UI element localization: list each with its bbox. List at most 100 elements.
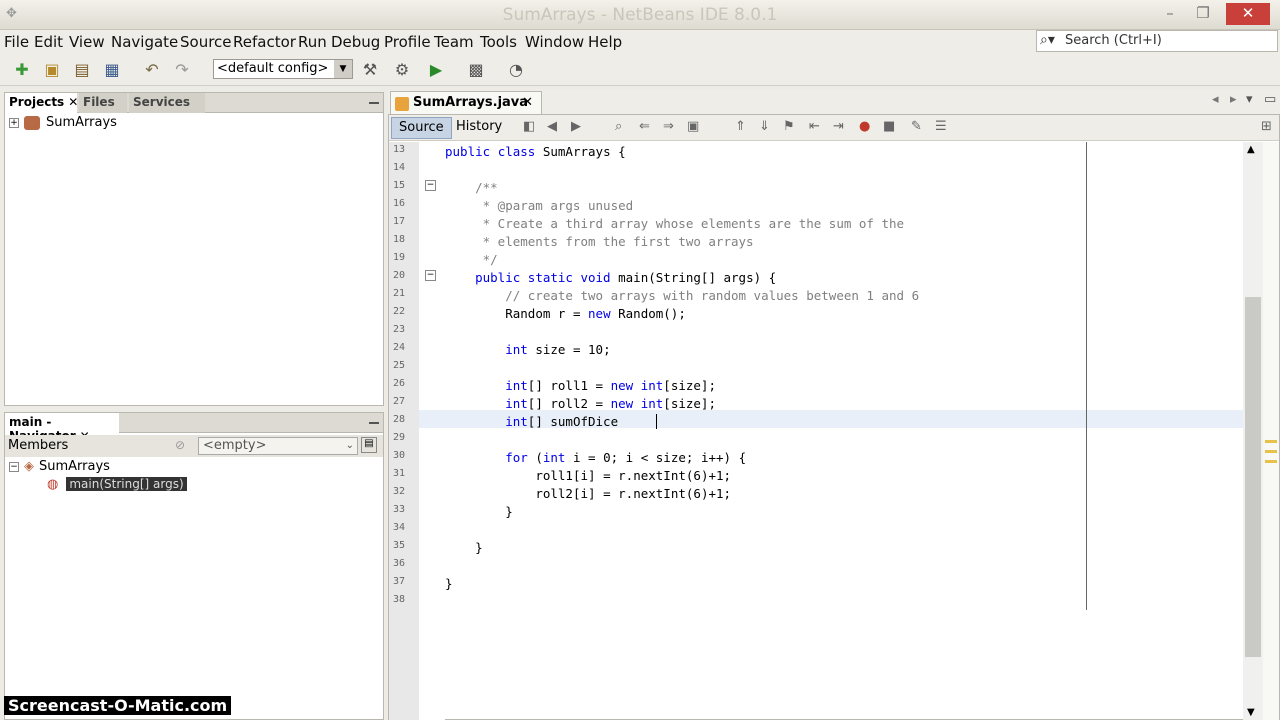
toggle-bookmark-icon[interactable]: ⚑ — [783, 119, 795, 134]
minimize-button[interactable]: – — [1155, 3, 1185, 25]
tab-files[interactable]: Files — [79, 93, 127, 113]
uncomment-icon[interactable]: ☰ — [935, 119, 947, 134]
tab-navigator[interactable]: main - Navigator✕ — [5, 413, 119, 443]
scroll-tabs-left-icon[interactable]: ◂ — [1212, 92, 1219, 107]
menu-view[interactable]: View — [69, 33, 105, 51]
stop-macro-icon[interactable]: ■ — [883, 119, 895, 134]
code-line[interactable]: int[] roll2 = new int[size]; — [445, 396, 716, 411]
tree-item-sumarrays[interactable]: + SumArrays — [9, 115, 117, 130]
menu-refactor[interactable]: Refactor — [233, 33, 296, 51]
close-window-button[interactable]: ✕ — [1226, 3, 1270, 25]
code-line[interactable]: roll2[i] = r.nextInt(6)+1; — [445, 486, 731, 501]
source-button[interactable]: Source — [391, 117, 452, 139]
history-button[interactable]: History — [449, 117, 509, 139]
split-editor-icon[interactable]: ⊞ — [1261, 119, 1272, 134]
open-project-icon[interactable]: ▤ — [70, 58, 94, 82]
redo-icon[interactable]: ↷ — [170, 58, 194, 82]
line-number: 20 — [393, 270, 406, 281]
menu-tools[interactable]: Tools — [480, 33, 517, 51]
code-line[interactable]: for (int i = 0; i < size; i++) { — [445, 450, 746, 465]
toggle-highlight-icon[interactable]: ▣ — [687, 119, 699, 134]
new-file-icon[interactable]: ✚ — [10, 58, 34, 82]
scroll-tabs-right-icon[interactable]: ▸ — [1230, 92, 1237, 107]
code-line[interactable]: int[] sumOfDice — [445, 414, 618, 429]
code-line[interactable]: * @param args unused — [445, 198, 634, 213]
code-line[interactable]: roll1[i] = r.nextInt(6)+1; — [445, 468, 731, 483]
run-icon[interactable]: ▶ — [424, 58, 448, 82]
build-icon[interactable]: ⚒ — [358, 58, 382, 82]
menu-navigate[interactable]: Navigate — [111, 33, 178, 51]
shift-right-icon[interactable]: ⇥ — [833, 119, 844, 134]
code-line[interactable]: public class SumArrays { — [445, 144, 626, 159]
menu-help[interactable]: Help — [588, 33, 622, 51]
code-line[interactable]: } — [445, 540, 483, 555]
scroll-down-icon[interactable]: ▼ — [1247, 707, 1255, 718]
find-previous-icon[interactable]: ⇐ — [639, 119, 650, 134]
menu-run[interactable]: Run — [298, 33, 327, 51]
menu-team[interactable]: Team — [434, 33, 474, 51]
code-line[interactable]: } — [445, 576, 453, 591]
show-opened-documents-icon[interactable]: ▾ — [1246, 92, 1253, 107]
menu-window[interactable]: Window — [525, 33, 584, 51]
collapse-icon[interactable]: − — [9, 461, 19, 472]
warning-mark[interactable] — [1265, 460, 1277, 463]
navigator-class-item[interactable]: − ◈ SumArrays — [9, 459, 110, 474]
warning-mark[interactable] — [1265, 450, 1277, 453]
menu-edit[interactable]: Edit — [34, 33, 63, 51]
minimize-panel-icon[interactable] — [369, 422, 379, 424]
last-edit-icon[interactable]: ◧ — [523, 119, 535, 134]
filter-options-icon[interactable]: ▤ — [361, 437, 377, 453]
code-line[interactable]: // create two arrays with random values … — [445, 288, 919, 303]
code-line[interactable]: * Create a third array whose elements ar… — [445, 216, 904, 231]
error-stripe[interactable] — [1263, 142, 1279, 720]
menu-file[interactable]: File — [4, 33, 29, 51]
code-line[interactable]: public static void main(String[] args) { — [445, 270, 776, 285]
close-icon[interactable]: ✕ — [522, 95, 533, 110]
menu-source[interactable]: Source — [180, 33, 232, 51]
code-line[interactable]: } — [445, 504, 513, 519]
minimize-panel-icon[interactable] — [369, 102, 379, 104]
tab-projects[interactable]: Projects ✕ — [5, 93, 78, 113]
code-area[interactable]: public class SumArrays { /** * @param ar… — [445, 142, 1245, 720]
warning-mark[interactable] — [1265, 440, 1277, 443]
previous-bookmark-icon[interactable]: ⇑ — [735, 119, 746, 134]
menu-debug[interactable]: Debug — [331, 33, 380, 51]
code-line[interactable]: * elements from the first two arrays — [445, 234, 754, 249]
find-selection-icon[interactable]: ⌕ — [615, 119, 622, 134]
search-input[interactable]: ⌕▾ Search (Ctrl+I) — [1036, 30, 1278, 52]
new-project-icon[interactable]: ▣ — [40, 58, 64, 82]
profile-icon[interactable]: ◔ — [504, 58, 528, 82]
code-line[interactable]: int size = 10; — [445, 342, 610, 357]
save-all-icon[interactable]: ▦ — [100, 58, 124, 82]
expand-icon[interactable]: + — [9, 117, 19, 128]
fold-toggle-icon[interactable]: − — [425, 180, 436, 191]
scroll-up-icon[interactable]: ▲ — [1247, 144, 1255, 155]
code-line[interactable]: /** — [445, 180, 498, 195]
code-line[interactable]: Random r = new Random(); — [445, 306, 686, 321]
forward-icon[interactable]: ▶ — [571, 119, 581, 134]
navigator-member-item[interactable]: ◍ main(String[] args) — [47, 477, 187, 492]
code-line[interactable]: int[] roll1 = new int[size]; — [445, 378, 716, 393]
debug-icon[interactable]: ▩ — [464, 58, 488, 82]
next-bookmark-icon[interactable]: ⇓ — [759, 119, 770, 134]
comment-icon[interactable]: ✎ — [911, 119, 922, 134]
filter-icon[interactable]: ⊘ — [175, 438, 185, 452]
maximize-button[interactable]: ❐ — [1188, 3, 1218, 25]
config-select[interactable]: <default config> ▼ — [213, 59, 353, 79]
clean-build-icon[interactable]: ⚙ — [390, 58, 414, 82]
close-icon[interactable]: ✕ — [68, 95, 78, 109]
tab-services[interactable]: Services — [129, 93, 205, 113]
maximize-editor-icon[interactable]: ▭ — [1264, 92, 1276, 107]
find-next-icon[interactable]: ⇒ — [663, 119, 674, 134]
menu-profile[interactable]: Profile — [384, 33, 431, 51]
undo-icon[interactable]: ↶ — [140, 58, 164, 82]
start-macro-icon[interactable]: ● — [859, 119, 870, 134]
tab-sumarrays-java[interactable]: SumArrays.java ✕ — [390, 91, 542, 115]
back-icon[interactable]: ◀ — [547, 119, 557, 134]
navigator-filter-select[interactable]: <empty> ⌄ — [198, 437, 358, 455]
fold-toggle-icon[interactable]: − — [425, 270, 436, 281]
scrollbar-thumb[interactable] — [1245, 297, 1261, 657]
vertical-scrollbar[interactable]: ▲ ▼ — [1243, 142, 1263, 720]
code-line[interactable]: */ — [445, 252, 498, 267]
shift-left-icon[interactable]: ⇤ — [809, 119, 820, 134]
